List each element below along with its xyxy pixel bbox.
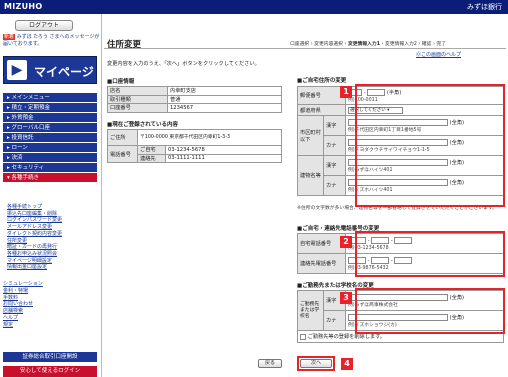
menu-foreign[interactable]: ▸ 外貨預金 [3,113,97,123]
secure-login-button[interactable]: 安心して使えるログイン [3,366,97,377]
new-tag: 新着 [3,34,16,40]
securities-account-button[interactable]: 証券総合取引口座開設 [3,352,97,362]
mypage-icon: ▶ [7,60,27,80]
step-badge-4: 4 [341,358,353,370]
submenu-item[interactable]: 各種お申込み状況照会 [7,251,99,258]
new-message-notice[interactable]: 新着 みずほ たろう さまへのメッセージが届いております。 [3,34,100,48]
account-info-heading: ■口座情報 [107,79,135,85]
instructions: 変更内容を入力のうえ、「次へ」ボタンをクリックしてください。 [107,61,260,67]
help-link[interactable]: ヘルプ [3,315,97,322]
terms-link[interactable]: 規定 [3,322,97,329]
menu-loan[interactable]: ▸ ローン [3,143,97,153]
simulation-link[interactable]: シミュレーション [3,281,97,288]
back-button[interactable]: 戻る [258,359,282,368]
step-badge-1: 1 [340,86,352,98]
menu-procedures[interactable]: ▾ 各種手続き [3,173,97,183]
help-page-link[interactable]: ⓪この画面のヘルプ [416,51,461,58]
rates-link[interactable]: 金利・特場 [3,288,97,295]
menu-global[interactable]: ▸ グローバル口座 [3,123,97,133]
highlight-box-3 [355,288,505,334]
top-banner [0,0,508,14]
current-info-table: ご住所 〒100-0000 東京都千代田区内幸町1-3-3 電話番号 ご自宅 03-1… [107,129,282,163]
account-info-table: 店名 内幸町支店 取引種類 普通 口座番号 1234567 [107,86,282,113]
submenu-item[interactable]: ダイレクト契約内容変更 [7,231,99,238]
side-menu: ▸ メインメニュー ▸ 積立・定期預金 ▸ 外貨預金 ▸ グローバル口座 ▸ 投… [3,93,97,183]
title-divider [104,48,506,49]
highlight-box-1 [355,84,505,207]
step-badge-3: 3 [340,292,352,304]
mizuho-logo: MIZUHO [4,2,43,11]
address-change-heading: ■ご自宅住所の変更 [297,78,347,84]
step-badge-2: 2 [340,236,352,248]
menu-payment[interactable]: ▸ 決済 [3,153,97,163]
extra-links: シミュレーション 金利・特場 手数料 お問い合わせ 店舗検索 ヘルプ 規定 [3,281,97,329]
current-info-heading: ■現在ご登録されている内容 [107,122,179,128]
submenu-item[interactable]: 情報出金口座設定 [7,264,99,271]
mypage-label: マイページ [34,65,94,79]
menu-security[interactable]: ▸ セキュリティ [3,163,97,173]
bank-name: みずほ銀行 [467,3,502,11]
mypage-button[interactable]: ▶ マイページ [3,56,97,84]
new-message-link[interactable]: みずほ たろう さまへのメッセージが届いております。 [3,34,99,47]
branch-search-link[interactable]: 店舗検索 [3,308,97,315]
menu-main[interactable]: ▸ メインメニュー [3,93,97,103]
breadcrumb: 口座選択 › 変更内容選択 › 変更情報入力1 › 変更情報入力2 › 確認 ›… [290,42,447,47]
menu-funds[interactable]: ▸ 投資信託 [3,133,97,143]
highlight-box-4 [297,356,335,371]
submenu-item[interactable]: 各種手続トップ [7,204,99,211]
submenu-item[interactable]: 暗証・カードの再発行 [7,244,99,251]
submenu: 各種手続トップ 振込先口座編集・削除 ログインパスワード変更 メールアドレス変更… [7,204,99,271]
logout-button[interactable]: ログアウト [15,20,73,31]
submenu-item[interactable]: メールアドレス変更 [7,224,99,231]
highlight-box-2 [355,231,505,277]
menu-savings[interactable]: ▸ 積立・定期預金 [3,103,97,113]
delete-workplace-checkbox[interactable] [300,333,306,340]
